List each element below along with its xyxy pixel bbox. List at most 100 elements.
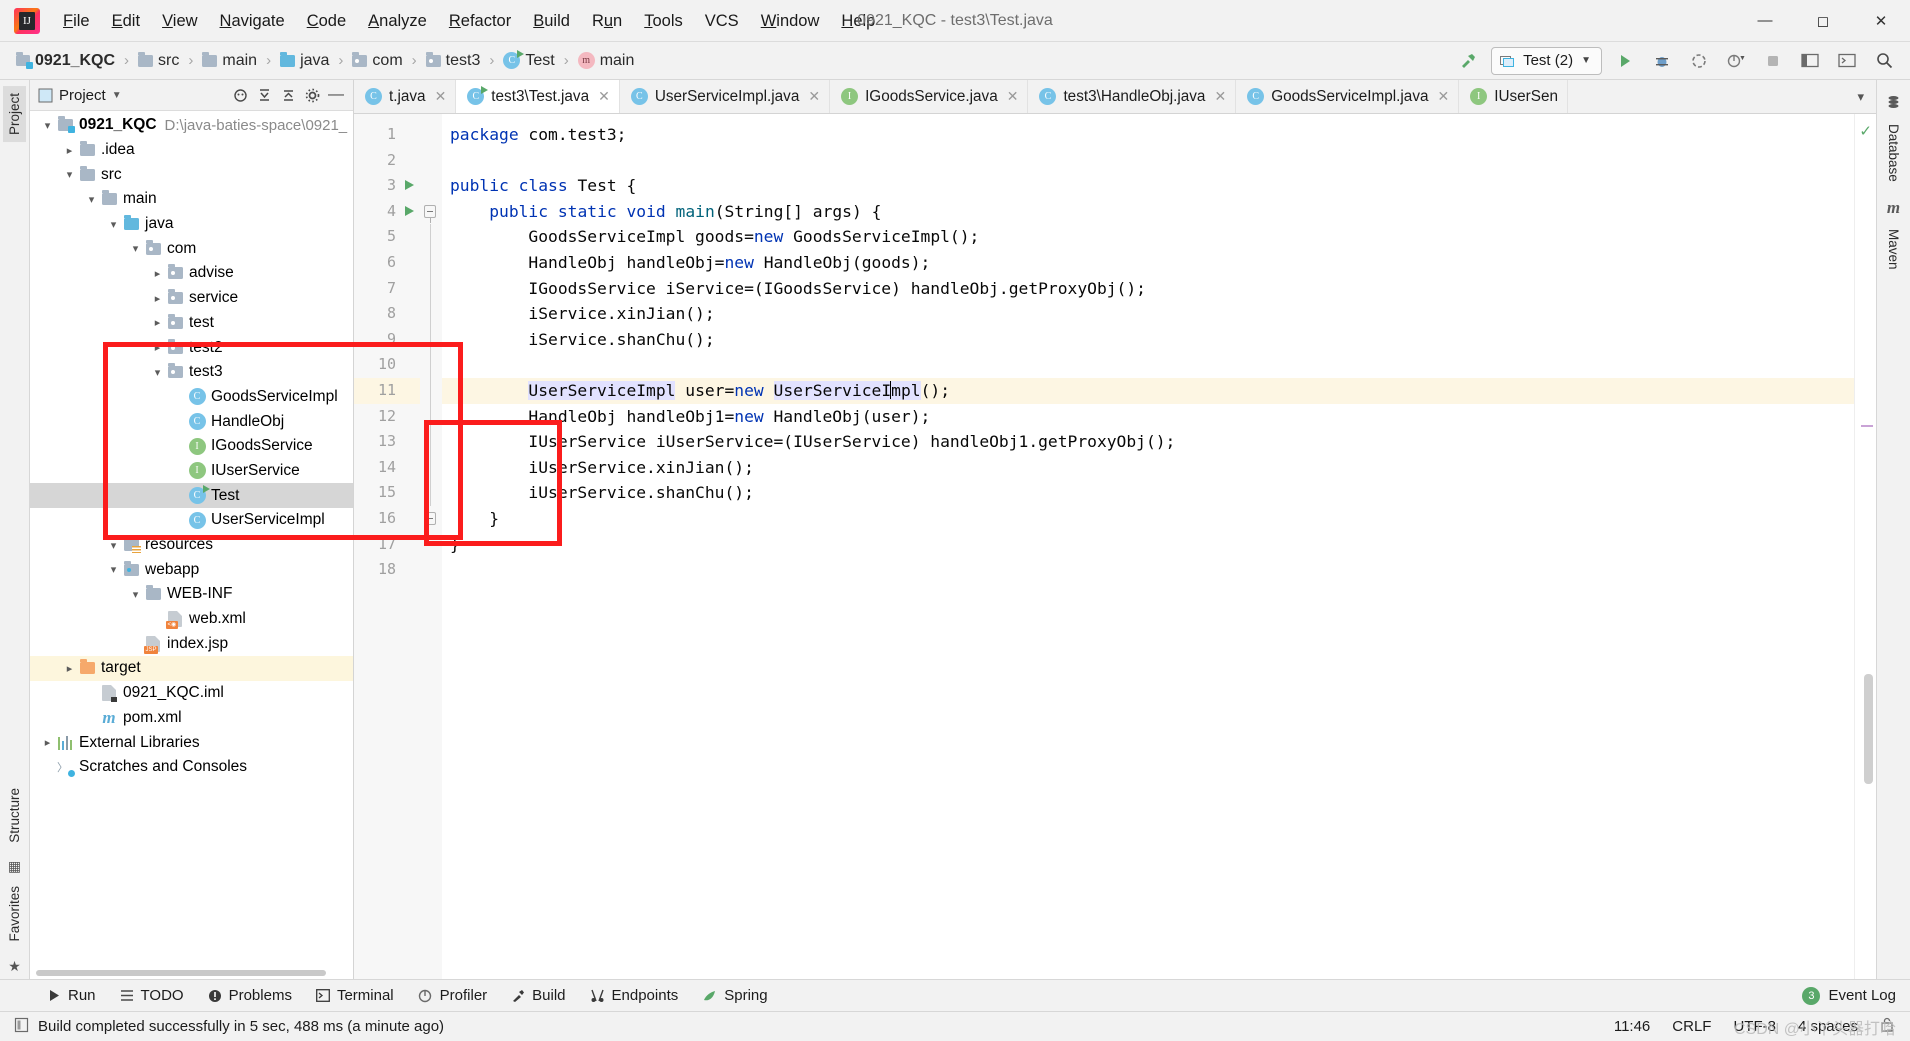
code-line-14[interactable]: iUserService.xinJian();	[450, 455, 1854, 481]
chevron-down-icon[interactable]: ▾	[1849, 89, 1872, 105]
fold-end-icon[interactable]	[424, 511, 436, 525]
tree-node-scratches-and-consoles[interactable]: 〉_ Scratches and Consoles	[30, 755, 353, 780]
search-icon[interactable]	[1870, 47, 1898, 75]
code-line-11[interactable]: UserServiceImpl user=new UserServiceImpl…	[442, 377, 1854, 404]
project-horizontal-scrollbar[interactable]	[30, 966, 353, 979]
breadcrumb-java[interactable]: java	[278, 50, 331, 72]
line-number-9[interactable]: 9	[354, 327, 420, 353]
editor-tab-test3-test-java[interactable]: Ctest3\Test.java ✕	[456, 80, 620, 113]
chevron-right-icon[interactable]: ▸	[150, 292, 165, 305]
tree-node-test[interactable]: ▸ test	[30, 311, 353, 336]
run-gutter-icon[interactable]	[405, 205, 414, 216]
editor-tab-igoodsservice-java[interactable]: I IGoodsService.java ✕	[830, 80, 1029, 113]
tree-node-advise[interactable]: ▸ advise	[30, 261, 353, 286]
menu-file[interactable]: File	[52, 7, 101, 35]
tree-node-pom-xml[interactable]: m pom.xml	[30, 706, 353, 731]
close-tab-icon[interactable]: ✕	[1437, 88, 1449, 105]
tree-node-test2[interactable]: ▸ test2	[30, 335, 353, 360]
chevron-down-icon[interactable]: ▼	[112, 90, 122, 101]
chevron-down-icon[interactable]: ▼	[1581, 55, 1591, 66]
editor-tab-test3-handleobj-java[interactable]: Ctest3\HandleObj.java ✕	[1028, 80, 1237, 113]
tree-node-java[interactable]: ▾ java	[30, 212, 353, 237]
code-line-6[interactable]: HandleObj handleObj=new HandleObj(goods)…	[450, 250, 1854, 276]
menu-code[interactable]: Code	[296, 7, 357, 35]
tool-window-todo[interactable]: TODO	[108, 984, 196, 1007]
code-line-4[interactable]: public static void main(String[] args) {	[450, 199, 1854, 225]
status-indent[interactable]: 4 spaces	[1798, 1018, 1858, 1035]
editor-tab-t-java[interactable]: Ct.java ✕	[354, 80, 457, 113]
breadcrumb-0921-kqc[interactable]: 0921_KQC	[14, 50, 117, 72]
code-line-3[interactable]: public class Test {	[450, 173, 1854, 199]
status-lock-icon[interactable]	[1880, 1017, 1894, 1036]
editor-scroll-thumb[interactable]	[1864, 674, 1873, 784]
tree-node-igoodsservice[interactable]: I IGoodsService	[30, 434, 353, 459]
chevron-down-icon[interactable]: ▾	[40, 119, 55, 132]
editor-tabs-overflow[interactable]: ▾	[1849, 80, 1876, 113]
editor-tab-iusersen[interactable]: I IUserSen	[1459, 80, 1568, 113]
chevron-right-icon[interactable]: ▸	[62, 662, 77, 675]
tool-window-spring[interactable]: Spring	[690, 984, 779, 1007]
menu-analyze[interactable]: Analyze	[357, 7, 438, 35]
tree-node-test3[interactable]: ▾ test3	[30, 360, 353, 385]
fold-slot-4[interactable]	[420, 199, 442, 225]
code-line-18[interactable]	[450, 557, 1854, 583]
code-folding-gutter[interactable]	[420, 114, 442, 979]
editor-tab-goodsserviceimpl-java[interactable]: C GoodsServiceImpl.java ✕	[1236, 80, 1460, 113]
line-number-4[interactable]: 4	[354, 199, 420, 225]
breadcrumb-main[interactable]: main	[200, 50, 259, 72]
fold-slot-16[interactable]	[420, 506, 442, 532]
event-log-area[interactable]: 3 Event Log	[1802, 986, 1910, 1005]
source-code[interactable]: package com.test3; public class Test { p…	[442, 114, 1854, 979]
run-gutter-icon[interactable]	[405, 180, 414, 191]
code-line-2[interactable]	[450, 148, 1854, 174]
editor-tab-userserviceimpl-java[interactable]: C UserServiceImpl.java ✕	[620, 80, 831, 113]
chevron-right-icon[interactable]: ▸	[62, 144, 77, 157]
chevron-right-icon[interactable]: ▸	[40, 736, 55, 749]
build-project-icon[interactable]	[1454, 47, 1482, 75]
tree-node--idea[interactable]: ▸ .idea	[30, 138, 353, 163]
chevron-right-icon[interactable]: ▸	[150, 341, 165, 354]
event-log-label[interactable]: Event Log	[1828, 987, 1896, 1004]
menu-run[interactable]: Run	[581, 7, 633, 35]
line-number-13[interactable]: 13	[354, 429, 420, 455]
tree-node-iuserservice[interactable]: I IUserService	[30, 459, 353, 484]
fold-collapse-icon[interactable]	[424, 204, 436, 223]
line-number-3[interactable]: 3	[354, 173, 420, 199]
line-number-15[interactable]: 15	[354, 480, 420, 506]
chevron-down-icon[interactable]: ▾	[128, 242, 143, 255]
rail-tab-structure[interactable]: Structure	[3, 781, 26, 850]
tree-node-main[interactable]: ▾ main	[30, 187, 353, 212]
profile-icon[interactable]: ▼	[1722, 47, 1750, 75]
tree-node-external-libraries[interactable]: ▸ External Libraries	[30, 730, 353, 755]
line-number-7[interactable]: 7	[354, 276, 420, 302]
menu-tools[interactable]: Tools	[633, 7, 694, 35]
breadcrumb-test[interactable]: C Test	[501, 50, 556, 72]
tool-window-profiler[interactable]: Profiler	[406, 984, 500, 1007]
tree-node-0921-kqc-iml[interactable]: 0921_KQC.iml	[30, 681, 353, 706]
line-number-10[interactable]: 10	[354, 352, 420, 378]
code-editor[interactable]: 1 2 3 4 5 6 7 8 9 10 11 12 13 14 15 16 17 18 package com.…	[354, 114, 1876, 979]
expand-all-icon[interactable]	[252, 83, 276, 107]
chevron-down-icon[interactable]: ▾	[62, 168, 77, 181]
breadcrumb-test3[interactable]: test3	[424, 50, 483, 72]
line-number-11[interactable]: 11	[354, 377, 420, 404]
line-number-5[interactable]: 5	[354, 224, 420, 250]
code-line-9[interactable]: iService.shanChu();	[450, 327, 1854, 353]
rail-tab-favorites[interactable]: Favorites	[3, 879, 26, 949]
tool-window-build[interactable]: Build	[499, 984, 577, 1007]
menu-navigate[interactable]: Navigate	[209, 7, 296, 35]
settings-gear-icon[interactable]	[300, 83, 324, 107]
menu-refactor[interactable]: Refactor	[438, 7, 522, 35]
breadcrumb-com[interactable]: com	[350, 50, 404, 72]
code-line-17[interactable]: }	[450, 532, 1854, 558]
menu-build[interactable]: Build	[522, 7, 581, 35]
menu-window[interactable]: Window	[750, 7, 831, 35]
code-line-13[interactable]: IUserService iUserService=(IUserService)…	[450, 429, 1854, 455]
menu-edit[interactable]: Edit	[101, 7, 151, 35]
line-number-14[interactable]: 14	[354, 455, 420, 481]
chevron-down-icon[interactable]: ▾	[150, 366, 165, 379]
debug-icon[interactable]	[1648, 47, 1676, 75]
menu-view[interactable]: View	[151, 7, 208, 35]
tree-node-service[interactable]: ▸ service	[30, 286, 353, 311]
tool-window-endpoints[interactable]: Endpoints	[578, 984, 691, 1007]
